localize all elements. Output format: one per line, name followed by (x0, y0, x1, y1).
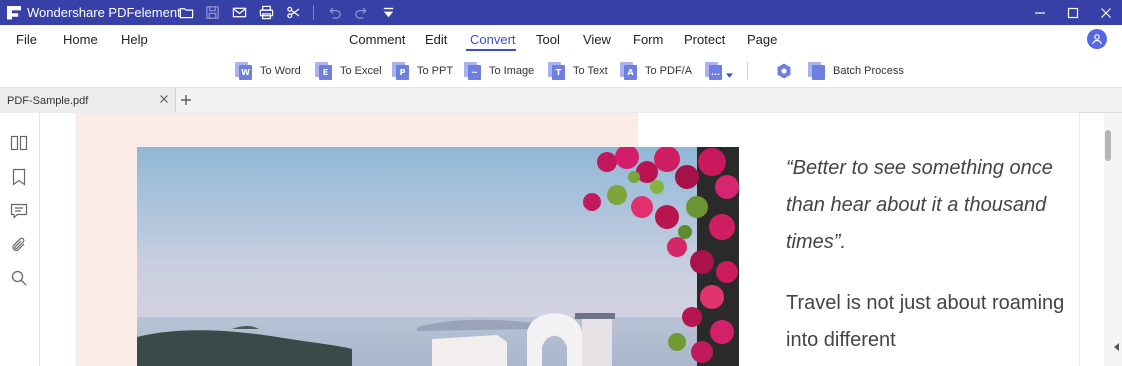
pdfa-file-icon: A (620, 62, 638, 80)
app-logo-icon (7, 5, 21, 20)
document-tab-label: PDF-Sample.pdf (7, 94, 89, 107)
menu-comment[interactable]: Comment (349, 32, 405, 47)
menu-edit[interactable]: Edit (425, 32, 447, 47)
title-bar: Wondershare PDFelement (0, 0, 1122, 25)
menu-convert[interactable]: Convert (470, 32, 516, 47)
to-word-button[interactable]: W To Word (235, 61, 301, 81)
to-image-button[interactable]: ~ To Image (464, 61, 534, 81)
text-file-icon: T (548, 62, 566, 80)
menu-bar: File Home Help Comment Edit Convert Tool… (0, 25, 1122, 55)
menu-help[interactable]: Help (121, 32, 148, 47)
document-quote: “Better to see something once than hear … (786, 157, 1053, 253)
app-title: Wondershare PDFelement (27, 5, 181, 20)
mail-icon[interactable] (228, 2, 250, 22)
batch-process-button[interactable]: Batch Process (808, 61, 904, 81)
search-icon[interactable] (9, 268, 29, 288)
tab-bar: PDF-Sample.pdf (0, 87, 1122, 113)
convert-toolbar: W To Word E To Excel P To PPT ~ To Image… (0, 55, 1122, 87)
document-body-text: Travel is not just about roaming into di… (786, 292, 1065, 351)
chevron-down-icon (726, 73, 733, 78)
menu-view[interactable]: View (583, 32, 611, 47)
folder-icon[interactable] (175, 2, 197, 22)
menu-home[interactable]: Home (63, 32, 98, 47)
print-icon[interactable] (255, 2, 277, 22)
new-tab-button[interactable] (178, 91, 194, 109)
image-file-icon: ~ (464, 62, 482, 80)
maximize-button[interactable] (1055, 0, 1091, 25)
more-formats-icon: ... (705, 62, 723, 80)
word-file-icon: W (235, 62, 253, 80)
toolbar-divider (747, 62, 748, 80)
scissors-icon[interactable] (282, 2, 304, 22)
to-text-button[interactable]: T To Text (548, 61, 608, 81)
attachment-icon[interactable] (9, 235, 29, 255)
close-tab-icon[interactable] (159, 94, 169, 104)
menu-file[interactable]: File (16, 32, 37, 47)
thumbnails-icon[interactable] (9, 133, 29, 153)
save-icon[interactable] (201, 2, 223, 22)
minimize-button[interactable] (1022, 0, 1058, 25)
ppt-file-icon: P (392, 62, 410, 80)
more-formats-button[interactable]: ... (705, 61, 733, 81)
to-pdfa-button[interactable]: A To PDF/A (620, 61, 692, 81)
batch-process-icon (808, 62, 826, 80)
close-button[interactable] (1088, 0, 1122, 25)
travel-photo (137, 147, 739, 366)
customize-dropdown-icon[interactable] (377, 2, 399, 22)
to-ppt-button[interactable]: P To PPT (392, 61, 453, 81)
scrollbar-thumb[interactable] (1105, 130, 1111, 161)
batch-settings-button[interactable] (775, 61, 793, 81)
user-account-button[interactable] (1087, 29, 1107, 49)
to-excel-button[interactable]: E To Excel (315, 61, 382, 81)
menu-form[interactable]: Form (633, 32, 663, 47)
redo-icon[interactable] (350, 2, 372, 22)
hexagon-icon (777, 63, 791, 79)
document-tab[interactable]: PDF-Sample.pdf (0, 88, 176, 113)
plus-icon (181, 95, 191, 105)
comment-icon[interactable] (9, 201, 29, 221)
menu-tool[interactable]: Tool (536, 32, 560, 47)
menu-protect[interactable]: Protect (684, 32, 725, 47)
active-menu-indicator (466, 49, 516, 51)
menu-page[interactable]: Page (747, 32, 777, 47)
right-panel-expand-arrow-icon[interactable] (1114, 343, 1119, 351)
excel-file-icon: E (315, 62, 333, 80)
bookmark-icon[interactable] (9, 167, 29, 187)
user-icon (1092, 34, 1102, 45)
left-sidebar (0, 113, 40, 366)
undo-icon[interactable] (323, 2, 345, 22)
